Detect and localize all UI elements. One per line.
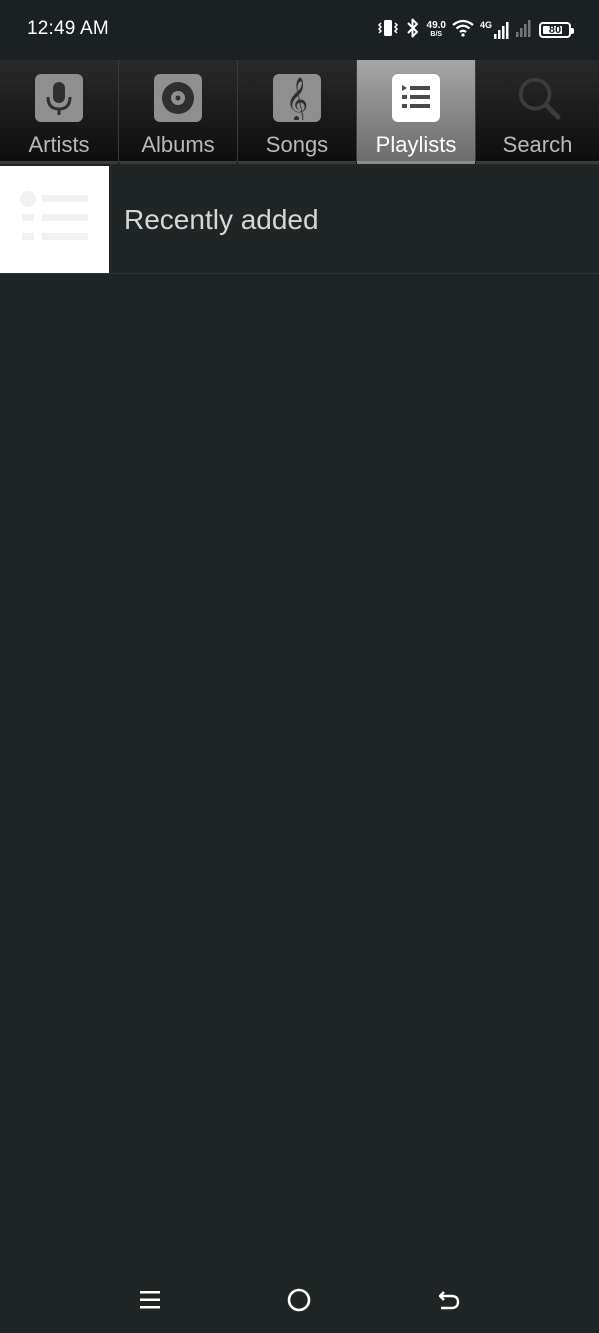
back-icon [438, 1291, 460, 1310]
playlist-title: Recently added [124, 203, 319, 235]
home-button[interactable] [283, 1285, 315, 1315]
list-item[interactable]: Recently added [0, 166, 599, 274]
network-type: 4G [479, 20, 492, 30]
playlist-thumbnail-icon [0, 166, 109, 273]
vibrate-icon [377, 18, 399, 43]
tab-label: Search [502, 132, 573, 157]
tab-underline [0, 161, 118, 164]
network-signal: 4G [480, 20, 509, 40]
signal-icon [494, 22, 509, 39]
disc-icon [154, 74, 202, 122]
menu-icon [140, 1291, 160, 1309]
status-icons: 49.0 B/S 4G 80 [377, 16, 575, 44]
net-speed-unit: B/S [430, 31, 443, 38]
tab-label: Artists [28, 132, 90, 157]
svg-text:𝄞: 𝄞 [286, 77, 308, 120]
back-button[interactable] [433, 1285, 465, 1315]
playlist-icon [392, 74, 440, 122]
wifi-icon [452, 19, 474, 42]
tab-playlists[interactable]: Playlists [357, 60, 476, 164]
tab-songs[interactable]: 𝄞 Songs [238, 60, 357, 164]
tab-bar: Artists Albums 𝄞 Songs Playlists Search [0, 60, 599, 164]
menu-button[interactable] [134, 1285, 166, 1315]
net-speed-value: 49.0 [426, 20, 446, 31]
tab-underline [476, 161, 599, 164]
microphone-icon [35, 74, 83, 122]
tab-label: Albums [141, 132, 215, 157]
home-icon [287, 1288, 311, 1312]
tab-underline [357, 161, 475, 164]
signal-icon-2 [515, 18, 533, 43]
tab-search[interactable]: Search [476, 60, 599, 164]
bluetooth-icon [405, 17, 421, 44]
status-bar: 12:49 AM 49.0 B/S 4G 80 [0, 0, 599, 60]
playlist-list: Recently added [0, 166, 599, 274]
net-speed: 49.0 B/S [427, 21, 446, 39]
tab-label: Playlists [375, 132, 457, 157]
status-time: 12:49 AM [27, 18, 109, 39]
tab-artists[interactable]: Artists [0, 60, 119, 164]
search-icon [514, 74, 562, 122]
tab-underline [238, 161, 356, 164]
treble-clef-icon: 𝄞 [273, 74, 321, 122]
screen: 12:49 AM 49.0 B/S 4G 80 Artists Albums 𝄞… [0, 0, 599, 1333]
tab-albums[interactable]: Albums [119, 60, 238, 164]
battery-text: 80 [548, 24, 562, 36]
tab-underline [119, 161, 237, 164]
tab-label: Songs [265, 132, 329, 157]
navigation-bar [0, 1265, 599, 1333]
battery-icon: 80 [539, 22, 574, 38]
